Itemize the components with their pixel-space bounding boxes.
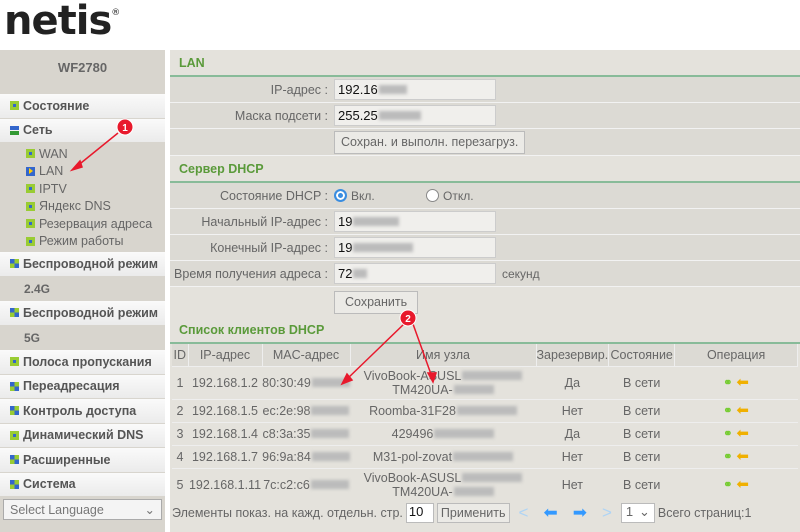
grid-icon (10, 406, 19, 416)
dhcp-clients-table: ID IP-адрес MAC-адрес Имя узла Зарезервир. Со… (172, 344, 798, 501)
lease-time-input[interactable]: 72 (334, 263, 496, 284)
submenu-iptv[interactable]: IPTV (26, 180, 165, 198)
pagination: Элементы показ. на кажд. отдельн. стр. 1… (172, 503, 752, 523)
bullet-icon (26, 219, 35, 229)
release-arrow-icon[interactable]: ⬅ (736, 426, 749, 441)
bullet-icon (10, 430, 19, 440)
submenu-wan[interactable]: WAN (26, 145, 165, 163)
table-row: 3 192.168.1.4 c8:3a:35 429496 Да В сети ⚭ ⬅ (172, 421, 798, 445)
subnet-mask-input[interactable]: 255.25 (334, 105, 496, 126)
menu-network[interactable]: Сеть (0, 118, 165, 143)
table-row: 5 192.168.1.11 7c:c2:c6 VivoBook-ASUSL TM4… (172, 467, 798, 501)
table-row: 2 192.168.1.5 ec:2e:98 Roomba-31F28 Нет В … (172, 398, 798, 422)
last-page-icon[interactable]: > (602, 503, 612, 523)
dhcp-off-radio[interactable] (426, 189, 439, 202)
submenu-lan[interactable]: LAN (26, 163, 165, 181)
chevron-down-icon: ⌄ (144, 503, 155, 517)
apply-button[interactable]: Применить (436, 503, 510, 523)
language-select[interactable]: Select Language ⌄ (3, 499, 162, 520)
bullet-icon (26, 236, 35, 246)
menu-access-control[interactable]: Контроль доступа (0, 399, 165, 424)
per-page-input[interactable]: 10 (405, 503, 434, 523)
grid-icon (10, 479, 19, 489)
submenu-yandex-dns[interactable]: Яндекс DNS (26, 198, 165, 216)
bind-link-icon[interactable]: ⚭ (723, 478, 732, 492)
submenu-mode[interactable]: Режим работы (26, 233, 165, 251)
menu-wireless-24[interactable]: Беспроводной режим (0, 252, 165, 277)
grid-icon (10, 455, 19, 465)
bind-link-icon[interactable]: ⚭ (723, 427, 732, 441)
release-arrow-icon[interactable]: ⬅ (736, 449, 749, 464)
bullet-icon (10, 357, 19, 367)
menu-wireless-5[interactable]: Беспроводной режим (0, 301, 165, 326)
expanded-icon (10, 125, 19, 135)
netis-logo: netis® (4, 0, 120, 44)
bullet-icon (26, 201, 35, 211)
menu-ddns[interactable]: Динамический DNS (0, 423, 165, 448)
start-ip-input[interactable]: 19 (334, 211, 496, 232)
bullet-icon (10, 101, 19, 111)
page-select[interactable]: 1 ⌄ (620, 503, 655, 523)
bind-link-icon[interactable]: ⚭ (723, 450, 732, 464)
submenu-address-reservation[interactable]: Резервация адреса (26, 215, 165, 233)
table-row: 1 192.168.1.2 80:30:49 VivoBook-ASUSL TM42… (172, 365, 798, 399)
bullet-icon (26, 184, 35, 194)
menu-status[interactable]: Состояние (0, 94, 165, 119)
bullet-icon (26, 149, 35, 159)
band-5g: 5G (24, 330, 41, 345)
menu-bandwidth[interactable]: Полоса пропускания (0, 350, 165, 375)
model-name: WF2780 (57, 60, 108, 75)
menu-advanced[interactable]: Расширенные (0, 448, 165, 473)
network-submenu: WAN LAN IPTV Яндекс DNS Резервация адрес… (0, 143, 165, 252)
menu-forwarding[interactable]: Переадресация (0, 374, 165, 399)
bind-link-icon[interactable]: ⚭ (723, 404, 732, 418)
grid-icon (10, 308, 19, 318)
release-arrow-icon[interactable]: ⬅ (736, 403, 749, 418)
clients-section-title: Список клиентов DHCP (170, 317, 800, 344)
lan-section-title: LAN (170, 50, 800, 77)
bind-link-icon[interactable]: ⚭ (723, 376, 732, 390)
release-arrow-icon[interactable]: ⬅ (736, 477, 749, 492)
next-page-icon[interactable]: ➡ (573, 503, 587, 523)
save-button[interactable]: Сохранить (334, 290, 419, 314)
grid-icon (10, 259, 19, 269)
first-page-icon[interactable]: < (519, 503, 529, 523)
main-panel: LAN IP-адрес :192.16 Маска подсети :255.… (170, 50, 800, 532)
menu-system[interactable]: Система (0, 472, 165, 497)
grid-icon (10, 381, 19, 391)
release-arrow-icon[interactable]: ⬅ (736, 375, 749, 390)
end-ip-input[interactable]: 19 (334, 237, 496, 258)
dhcp-section-title: Сервер DHCP (170, 156, 800, 183)
dhcp-on-radio[interactable] (334, 189, 347, 202)
prev-page-icon[interactable]: ⬅ (543, 503, 557, 523)
lan-ip-input[interactable]: 192.16 (334, 79, 496, 100)
save-reboot-button[interactable]: Сохран. и выполн. перезагруз. (334, 130, 526, 154)
band-24g: 2.4G (24, 281, 51, 296)
sidebar: WF2780 Состояние Сеть WAN LAN IPTV Яндек… (0, 50, 165, 532)
table-row: 4 192.168.1.7 96:9a:84 M31-pol-zovat Нет В… (172, 444, 798, 468)
active-arrow-icon (26, 166, 35, 176)
